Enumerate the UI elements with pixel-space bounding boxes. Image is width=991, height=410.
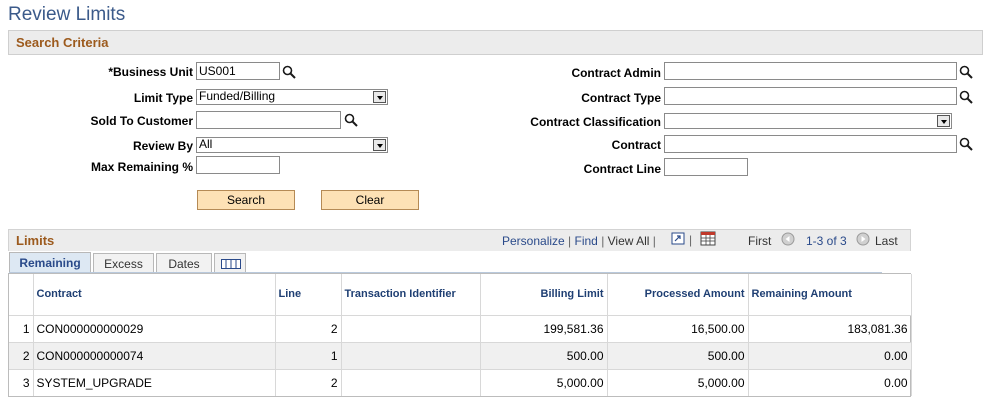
previous-icon[interactable] xyxy=(781,232,795,246)
contract-cell: CON000000000074 xyxy=(33,341,276,369)
transaction-identifier-cell xyxy=(341,314,481,342)
row-range: 1-3 of 3 xyxy=(806,234,847,248)
tab-dates[interactable]: Dates xyxy=(156,253,212,274)
line-cell: 2 xyxy=(275,368,342,396)
business-unit-label: *Business Unit xyxy=(108,65,193,79)
search-criteria-header: Search Criteria xyxy=(8,30,983,55)
line-cell: 2 xyxy=(275,314,342,342)
review-by-select[interactable]: All xyxy=(196,137,388,153)
search-icon[interactable] xyxy=(959,65,973,79)
clear-button[interactable]: Clear xyxy=(321,190,419,210)
contract-admin-label: Contract Admin xyxy=(571,66,661,80)
contract-admin-input[interactable] xyxy=(664,62,957,80)
tab-show-all-columns[interactable] xyxy=(214,253,246,274)
review-by-label: Review By xyxy=(132,139,193,153)
tab-remaining[interactable]: Remaining xyxy=(9,252,91,273)
contract-cell: SYSTEM_UPGRADE xyxy=(33,368,276,396)
business-unit-input[interactable]: US001 xyxy=(196,62,280,80)
processed-amount-cell: 5,000.00 xyxy=(607,368,749,396)
contract-label: Contract xyxy=(611,138,661,152)
chevron-down-icon[interactable] xyxy=(373,139,386,151)
column-header-line[interactable]: Line xyxy=(275,274,342,315)
remaining-amount-cell: 183,081.36 xyxy=(748,314,912,342)
billing-limit-cell: 199,581.36 xyxy=(480,314,608,342)
page-title: Review Limits xyxy=(8,4,126,25)
search-icon[interactable] xyxy=(282,65,296,79)
search-icon[interactable] xyxy=(959,137,973,151)
find-link[interactable]: Find xyxy=(575,234,598,248)
tab-excess[interactable]: Excess xyxy=(93,253,154,274)
chevron-down-icon[interactable] xyxy=(937,115,950,127)
row-number: 2 xyxy=(9,341,34,369)
search-button[interactable]: Search xyxy=(197,190,295,210)
contract-type-label: Contract Type xyxy=(581,91,661,105)
row-number: 1 xyxy=(9,314,34,342)
sold-to-customer-label: Sold To Customer xyxy=(90,114,193,128)
table-row: 3 SYSTEM_UPGRADE 2 5,000.00 5,000.00 0.0… xyxy=(9,368,912,396)
next-icon[interactable] xyxy=(856,232,870,246)
column-header-processed-amount[interactable]: Processed Amount xyxy=(607,274,749,315)
line-cell: 1 xyxy=(275,341,342,369)
limit-type-value: Funded/Billing xyxy=(199,89,276,103)
first-link[interactable]: First xyxy=(748,234,771,248)
view-all-link[interactable]: View All xyxy=(608,234,650,248)
contract-type-input[interactable] xyxy=(664,87,957,105)
column-header-billing-limit[interactable]: Billing Limit xyxy=(480,274,608,315)
limits-grid-title: Limits xyxy=(16,233,55,248)
contract-classification-select[interactable] xyxy=(664,113,952,129)
column-header-remaining-amount[interactable]: Remaining Amount xyxy=(748,274,912,315)
billing-limit-cell: 5,000.00 xyxy=(480,368,608,396)
contract-classification-label: Contract Classification xyxy=(530,115,661,129)
column-header-contract[interactable]: Contract xyxy=(33,274,276,315)
billing-limit-cell: 500.00 xyxy=(480,341,608,369)
column-header-transaction-identifier[interactable]: Transaction Identifier xyxy=(341,274,481,315)
table-header-row: Contract Line Transaction Identifier Bil… xyxy=(9,274,912,315)
table-row: 2 CON000000000074 1 500.00 500.00 0.00 xyxy=(9,341,912,369)
remaining-amount-cell: 0.00 xyxy=(748,368,912,396)
max-remaining-input[interactable] xyxy=(196,156,280,174)
contract-cell: CON000000000029 xyxy=(33,314,276,342)
contract-line-label: Contract Line xyxy=(583,162,661,176)
last-link[interactable]: Last xyxy=(875,234,898,248)
review-by-value: All xyxy=(199,137,213,151)
limits-table: Contract Line Transaction Identifier Bil… xyxy=(8,273,912,397)
limit-type-label: Limit Type xyxy=(133,91,193,105)
download-spreadsheet-icon[interactable] xyxy=(700,231,716,246)
limits-grid-header xyxy=(8,229,911,251)
search-criteria-title: Search Criteria xyxy=(16,35,109,50)
processed-amount-cell: 16,500.00 xyxy=(607,314,749,342)
max-remaining-label: Max Remaining % xyxy=(90,160,193,174)
remaining-amount-cell: 0.00 xyxy=(748,341,912,369)
chevron-down-icon[interactable] xyxy=(373,91,386,103)
zoom-grid-icon[interactable] xyxy=(671,232,685,245)
search-icon[interactable] xyxy=(344,113,358,127)
limit-type-select[interactable]: Funded/Billing xyxy=(196,89,388,105)
search-icon[interactable] xyxy=(959,90,973,104)
contract-line-input[interactable] xyxy=(664,158,748,176)
show-all-columns-icon xyxy=(221,259,241,269)
grid-nav: Personalize | Find | View All | xyxy=(502,234,656,248)
transaction-identifier-cell xyxy=(341,341,481,369)
table-row: 1 CON000000000029 2 199,581.36 16,500.00… xyxy=(9,314,912,342)
personalize-link[interactable]: Personalize xyxy=(502,234,565,248)
contract-input[interactable] xyxy=(664,135,957,153)
row-number: 3 xyxy=(9,368,34,396)
processed-amount-cell: 500.00 xyxy=(607,341,749,369)
transaction-identifier-cell xyxy=(341,368,481,396)
sold-to-customer-input[interactable] xyxy=(196,111,341,129)
